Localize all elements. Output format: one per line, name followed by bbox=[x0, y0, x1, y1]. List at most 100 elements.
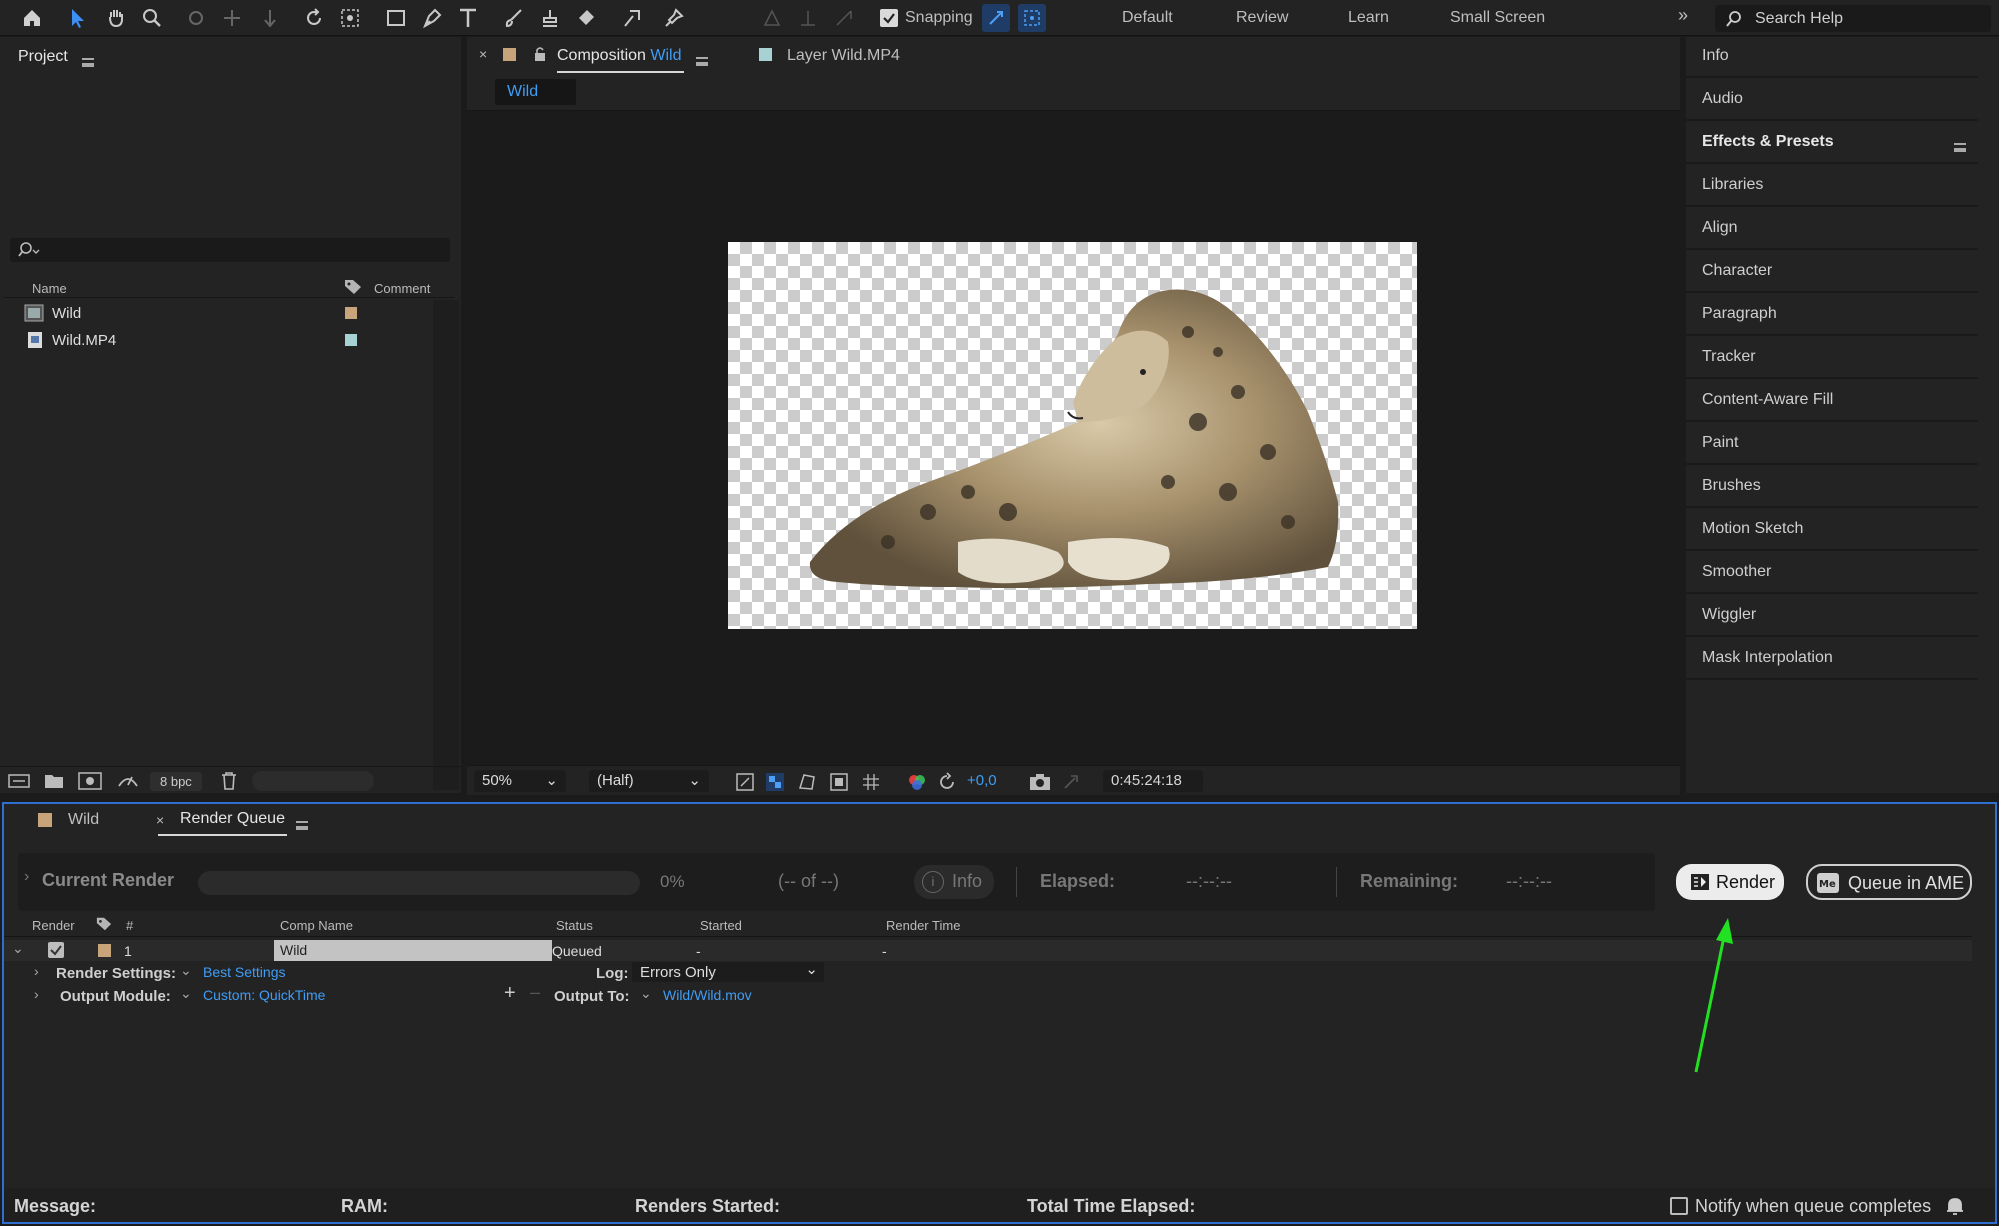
chevron-down-icon[interactable]: ⌄ bbox=[180, 962, 192, 979]
roto-brush-tool-icon[interactable] bbox=[618, 4, 646, 32]
project-menu-icon[interactable] bbox=[82, 58, 94, 67]
close-icon[interactable]: × bbox=[479, 46, 487, 62]
pan-camera-icon[interactable] bbox=[218, 4, 246, 32]
brush-tool-icon[interactable] bbox=[500, 4, 528, 32]
snap-features-icon[interactable] bbox=[1018, 4, 1046, 32]
number-column-header[interactable]: # bbox=[126, 918, 133, 933]
orbit-camera-icon[interactable] bbox=[182, 4, 210, 32]
rectangle-tool-icon[interactable] bbox=[382, 4, 410, 32]
notify-checkbox[interactable] bbox=[1670, 1197, 1688, 1215]
chevron-right-icon[interactable]: › bbox=[24, 868, 29, 886]
log-dropdown[interactable]: Errors Only ⌄ bbox=[632, 961, 824, 982]
search-help-field[interactable]: Search Help bbox=[1715, 5, 1991, 32]
selection-tool-icon[interactable] bbox=[64, 4, 92, 32]
tab-render-queue[interactable]: Render Queue bbox=[158, 810, 287, 836]
current-time-display[interactable]: 0:45:24:18 bbox=[1103, 770, 1203, 792]
show-snapshot-icon[interactable] bbox=[1061, 772, 1081, 792]
render-checkbox[interactable] bbox=[48, 942, 64, 958]
workspace-review[interactable]: Review bbox=[1236, 9, 1288, 27]
eraser-tool-icon[interactable] bbox=[572, 4, 600, 32]
output-module-link[interactable]: Custom: QuickTime bbox=[203, 987, 325, 1003]
tab-composition-wild[interactable]: Composition Wild bbox=[557, 37, 684, 73]
panel-effects-presets[interactable]: Effects & Presets bbox=[1686, 123, 1978, 164]
add-output-module-icon[interactable]: + bbox=[504, 982, 516, 1005]
panel-content-aware-fill[interactable]: Content-Aware Fill bbox=[1686, 381, 1978, 422]
comment-column-header[interactable]: Comment bbox=[374, 281, 430, 296]
name-column-header[interactable]: Name bbox=[32, 281, 67, 296]
panel-motion-sketch[interactable]: Motion Sketch bbox=[1686, 510, 1978, 551]
project-item-wild[interactable]: Wild bbox=[0, 300, 453, 326]
workspace-learn[interactable]: Learn bbox=[1348, 9, 1389, 27]
type-tool-icon[interactable] bbox=[454, 4, 482, 32]
magnification-dropdown[interactable]: 50% ⌄ bbox=[474, 770, 566, 792]
resolution-dropdown[interactable]: (Half) ⌄ bbox=[589, 770, 709, 792]
interpret-footage-icon[interactable] bbox=[8, 772, 32, 790]
chevron-down-icon[interactable]: ⌄ bbox=[640, 985, 652, 1002]
zoom-tool-icon[interactable] bbox=[138, 4, 166, 32]
render-queue-menu-icon[interactable] bbox=[296, 821, 308, 830]
thumbnail-size-slider[interactable] bbox=[252, 771, 374, 791]
axis-world-icon[interactable] bbox=[794, 4, 822, 32]
row-comp-name[interactable]: Wild bbox=[274, 940, 552, 961]
hand-tool-icon[interactable] bbox=[102, 4, 130, 32]
bit-depth-button[interactable]: 8 bpc bbox=[150, 772, 202, 791]
panel-mask-interpolation[interactable]: Mask Interpolation bbox=[1686, 639, 1978, 680]
panel-info[interactable]: Info bbox=[1686, 37, 1978, 78]
project-settings-icon[interactable] bbox=[116, 771, 140, 791]
new-folder-icon[interactable] bbox=[44, 772, 64, 790]
panel-libraries[interactable]: Libraries bbox=[1686, 166, 1978, 207]
composition-menu-icon[interactable] bbox=[696, 57, 708, 66]
remove-output-module-icon[interactable]: – bbox=[530, 982, 540, 1003]
transparency-grid-icon[interactable] bbox=[765, 772, 785, 792]
render-settings-link[interactable]: Best Settings bbox=[203, 964, 286, 980]
panel-wiggler[interactable]: Wiggler bbox=[1686, 596, 1978, 637]
comp-name-column-header[interactable]: Comp Name bbox=[280, 918, 353, 933]
clone-stamp-tool-icon[interactable] bbox=[536, 4, 564, 32]
tab-timeline-wild[interactable]: Wild bbox=[68, 811, 99, 829]
exposure-value[interactable]: +0,0 bbox=[967, 772, 997, 789]
render-column-header[interactable]: Render bbox=[32, 918, 75, 933]
composition-canvas[interactable] bbox=[728, 242, 1417, 629]
workspace-default[interactable]: Default bbox=[1122, 9, 1173, 27]
info-button[interactable]: i Info bbox=[914, 865, 994, 899]
render-queue-row[interactable]: ⌄ 1 Wild Queued - - bbox=[4, 940, 1972, 961]
anchor-point-tool-icon[interactable] bbox=[336, 4, 364, 32]
snap-edges-icon[interactable] bbox=[982, 4, 1010, 32]
breadcrumb-wild[interactable]: Wild bbox=[495, 79, 577, 105]
axis-view-icon[interactable] bbox=[830, 4, 858, 32]
reset-exposure-icon[interactable] bbox=[937, 772, 957, 792]
snapshot-camera-icon[interactable] bbox=[1029, 772, 1051, 792]
chevron-down-icon[interactable]: ⌄ bbox=[180, 985, 192, 1002]
rotate-tool-icon[interactable] bbox=[300, 4, 328, 32]
chevron-down-icon[interactable]: ⌄ bbox=[12, 940, 24, 957]
project-search-input[interactable] bbox=[10, 238, 450, 262]
workspace-small-screen[interactable]: Small Screen bbox=[1450, 9, 1545, 27]
trash-icon[interactable] bbox=[220, 771, 238, 791]
panel-tracker[interactable]: Tracker bbox=[1686, 338, 1978, 379]
project-item-wild-mp4[interactable]: Wild.MP4 bbox=[0, 327, 430, 353]
pen-tool-icon[interactable] bbox=[418, 4, 446, 32]
fast-previews-icon[interactable] bbox=[735, 772, 755, 792]
render-button[interactable]: Render bbox=[1676, 864, 1784, 900]
queue-in-ame-button[interactable]: Me Queue in AME bbox=[1806, 864, 1972, 900]
lock-icon[interactable] bbox=[533, 46, 547, 62]
chevron-right-icon[interactable]: › bbox=[34, 986, 39, 1002]
dolly-camera-icon[interactable] bbox=[256, 4, 284, 32]
output-to-link[interactable]: Wild/Wild.mov bbox=[663, 987, 752, 1003]
mask-visibility-icon[interactable] bbox=[797, 772, 817, 792]
label-tag-icon[interactable] bbox=[344, 279, 362, 295]
effects-menu-icon[interactable] bbox=[1954, 143, 1966, 152]
panel-paint[interactable]: Paint bbox=[1686, 424, 1978, 465]
panel-align[interactable]: Align bbox=[1686, 209, 1978, 250]
snapping-checkbox[interactable] bbox=[880, 9, 898, 27]
more-workspaces-icon[interactable]: » bbox=[1678, 5, 1688, 26]
status-column-header[interactable]: Status bbox=[556, 918, 593, 933]
home-icon[interactable] bbox=[18, 4, 46, 32]
panel-audio[interactable]: Audio bbox=[1686, 80, 1978, 121]
panel-brushes[interactable]: Brushes bbox=[1686, 467, 1978, 508]
grid-guides-icon[interactable] bbox=[861, 772, 881, 792]
new-composition-icon[interactable] bbox=[78, 771, 102, 791]
started-column-header[interactable]: Started bbox=[700, 918, 742, 933]
label-color-swatch[interactable] bbox=[345, 307, 357, 319]
panel-paragraph[interactable]: Paragraph bbox=[1686, 295, 1978, 336]
